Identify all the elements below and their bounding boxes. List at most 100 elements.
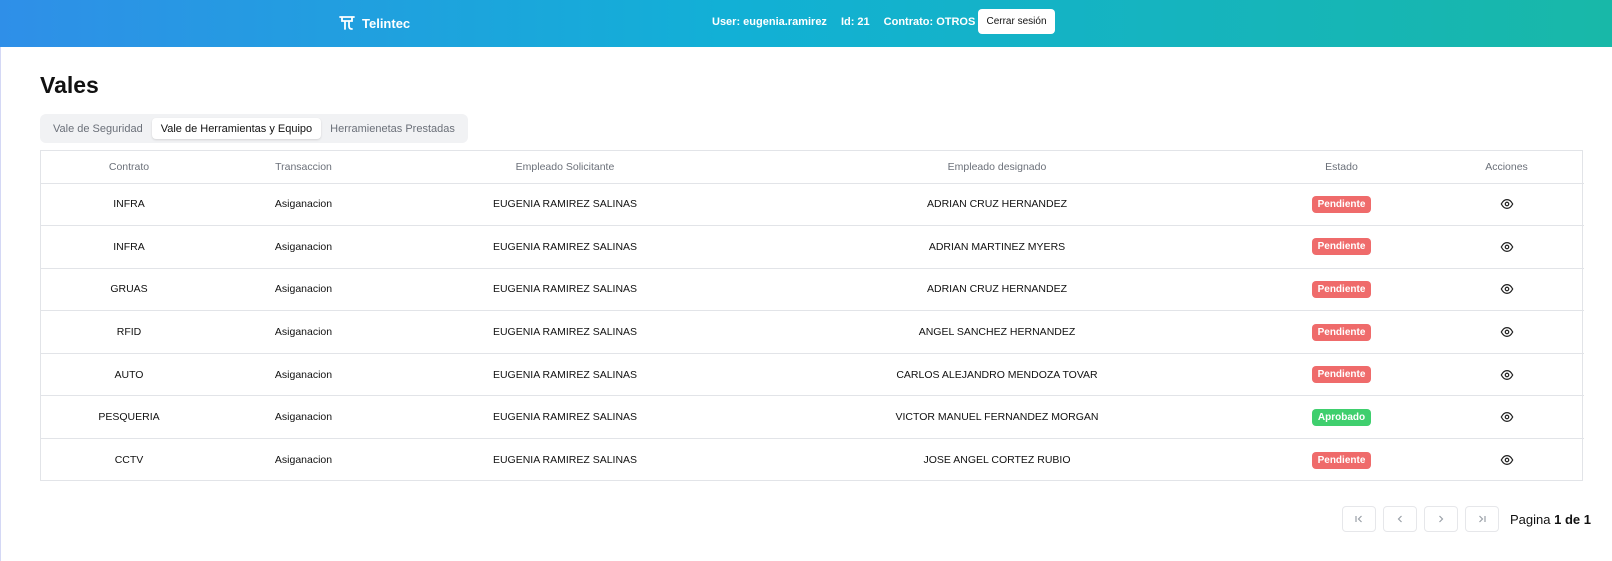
cell-transaccion: Asiganacion [217, 268, 390, 312]
cell-solicitante: EUGENIA RAMIREZ SALINAS [492, 454, 638, 467]
logout-button[interactable]: Cerrar sesión [978, 9, 1055, 34]
cell-contrato: PESQUERIA [41, 395, 217, 440]
cell-contrato: AUTO [41, 353, 217, 397]
column-header[interactable]: Contrato [41, 151, 217, 184]
tab-vale-seguridad[interactable]: Vale de Seguridad [44, 118, 152, 139]
eye-icon[interactable] [1500, 368, 1514, 382]
cell-transaccion: Asiganacion [217, 183, 390, 227]
cell-estado: Aprobado [1254, 395, 1429, 440]
column-header[interactable]: Estado [1254, 151, 1429, 184]
table-row: INFRA Asiganacion EUGENIA RAMIREZ SALINAS A… [41, 183, 1584, 227]
cell-designado: ADRIAN MARTINEZ MYERS [740, 225, 1254, 269]
table-row: PESQUERIA Asiganacion EUGENIA RAMIREZ SALI… [41, 395, 1584, 440]
status-badge: Pendiente [1311, 451, 1372, 469]
vales-table: Contrato Transaccion Empleado Solicitant… [40, 150, 1584, 482]
cell-acciones [1429, 183, 1584, 227]
page-prefix: Pagina [1510, 511, 1551, 527]
status-badge: Pendiente [1311, 323, 1372, 341]
cell-transaccion: Asiganacion [217, 395, 390, 440]
column-header[interactable]: Empleado Solicitante [390, 151, 740, 184]
cell-solicitante: EUGENIA RAMIREZ SALINAS [390, 225, 740, 269]
previous-page-button[interactable] [1383, 506, 1417, 532]
eye-icon[interactable] [1500, 410, 1514, 424]
column-header: Acciones [1429, 151, 1584, 184]
last-page-button[interactable] [1465, 506, 1499, 532]
eye-icon[interactable] [1500, 282, 1514, 296]
tab-vale-herramientas[interactable]: Vale de Herramientas y Equipo [151, 118, 322, 139]
cell-contrato: GRUAS [41, 268, 217, 312]
last-page-icon [1479, 515, 1486, 523]
pagination: Pagina 1 de 1 [1342, 506, 1591, 532]
cell-acciones [1429, 310, 1584, 354]
table-row: GRUAS Asiganacion EUGENIA RAMIREZ SALINAS A… [41, 268, 1584, 312]
page-indicator: Pagina 1 de 1 [1510, 512, 1591, 527]
cell-transaccion: Asiganacion [217, 225, 390, 269]
brand-name: Telintec [362, 15, 411, 31]
cell-acciones [1429, 268, 1584, 312]
page-separator: de [1564, 511, 1581, 527]
cell-estado: Pendiente [1254, 353, 1429, 397]
next-page-icon [1439, 515, 1444, 523]
eye-icon[interactable] [1500, 453, 1514, 467]
column-header[interactable]: Transaccion [217, 151, 390, 184]
page-current: 1 [1554, 511, 1562, 527]
cell-contrato: INFRA [41, 183, 217, 227]
cell-transaccion: Asiganacion [217, 310, 390, 354]
cell-estado: Pendiente [1254, 268, 1429, 312]
cell-contrato: RFID [41, 310, 217, 354]
id-label: Id: 21 [840, 16, 870, 28]
cell-acciones [1429, 353, 1584, 397]
status-badge: Aprobado [1311, 408, 1372, 426]
cell-solicitante: EUGENIA RAMIREZ SALINAS [390, 395, 740, 440]
status-badge: Pendiente [1311, 195, 1372, 213]
cell-estado: Pendiente [1254, 439, 1429, 482]
cell-acciones [1429, 395, 1584, 440]
user-info: User: eugenia.ramirez Id: 21 Contrato: O… [712, 16, 975, 28]
eye-icon[interactable] [1500, 197, 1514, 211]
cell-transaccion: Asiganacion [274, 454, 333, 467]
cell-solicitante: EUGENIA RAMIREZ SALINAS [390, 310, 740, 354]
cell-designado: CARLOS ALEJANDRO MENDOZA TOVAR [740, 353, 1254, 397]
left-border [0, 47, 1, 561]
first-page-icon [1355, 515, 1362, 523]
cell-designado: VICTOR MANUEL FERNANDEZ MORGAN [740, 395, 1254, 440]
brand[interactable]: Telintec [338, 12, 410, 34]
status-badge: Pendiente [1311, 280, 1372, 298]
column-header[interactable]: Empleado designado [740, 151, 1254, 184]
contract-label: Contrato: OTROS [883, 16, 976, 28]
table-row: INFRA Asiganacion EUGENIA RAMIREZ SALINAS A… [41, 225, 1584, 269]
table-row: CCTV Asiganacion EUGENIA RAMIREZ SALINAS JO… [41, 439, 1584, 482]
table-row: AUTO Asiganacion EUGENIA RAMIREZ SALINAS CA… [41, 353, 1584, 397]
cell-contrato: INFRA [41, 225, 217, 269]
cell-contrato: CCTV [114, 454, 144, 467]
next-page-button[interactable] [1424, 506, 1458, 532]
status-badge: Pendiente [1311, 238, 1372, 256]
telintec-logo-icon [339, 16, 355, 30]
cell-solicitante: EUGENIA RAMIREZ SALINAS [390, 268, 740, 312]
cell-designado: ANGEL SANCHEZ HERNANDEZ [740, 310, 1254, 354]
cell-estado: Pendiente [1254, 310, 1429, 354]
eye-icon[interactable] [1500, 325, 1514, 339]
cell-acciones [1429, 225, 1584, 269]
eye-icon[interactable] [1500, 240, 1514, 254]
cell-designado: JOSE ANGEL CORTEZ RUBIO [923, 454, 1071, 467]
previous-page-icon [1397, 515, 1402, 523]
cell-designado: ADRIAN CRUZ HERNANDEZ [740, 268, 1254, 312]
cell-solicitante: EUGENIA RAMIREZ SALINAS [390, 353, 740, 397]
tab-herramientas-prestadas[interactable]: Herramienetas Prestadas [321, 118, 464, 139]
status-badge: Pendiente [1311, 366, 1372, 384]
user-label: User: eugenia.ramirez [712, 16, 827, 28]
cell-acciones [1429, 439, 1584, 482]
first-page-button[interactable] [1342, 506, 1376, 532]
table-row: RFID Asiganacion EUGENIA RAMIREZ SALINAS AN… [41, 310, 1584, 354]
cell-transaccion: Asiganacion [217, 353, 390, 397]
table-header-row: Contrato Transaccion Empleado Solicitant… [41, 151, 1584, 184]
page-total: 1 [1583, 511, 1591, 527]
top-bar: Telintec User: eugenia.ramirez Id: 21 Co… [0, 0, 1612, 47]
tabs: Vale de Seguridad Vale de Herramientas y… [40, 114, 468, 143]
page-title: Vales [40, 72, 99, 98]
cell-estado: Pendiente [1254, 225, 1429, 269]
cell-solicitante: EUGENIA RAMIREZ SALINAS [390, 183, 740, 227]
cell-estado: Pendiente [1254, 183, 1429, 227]
cell-designado: ADRIAN CRUZ HERNANDEZ [740, 183, 1254, 227]
